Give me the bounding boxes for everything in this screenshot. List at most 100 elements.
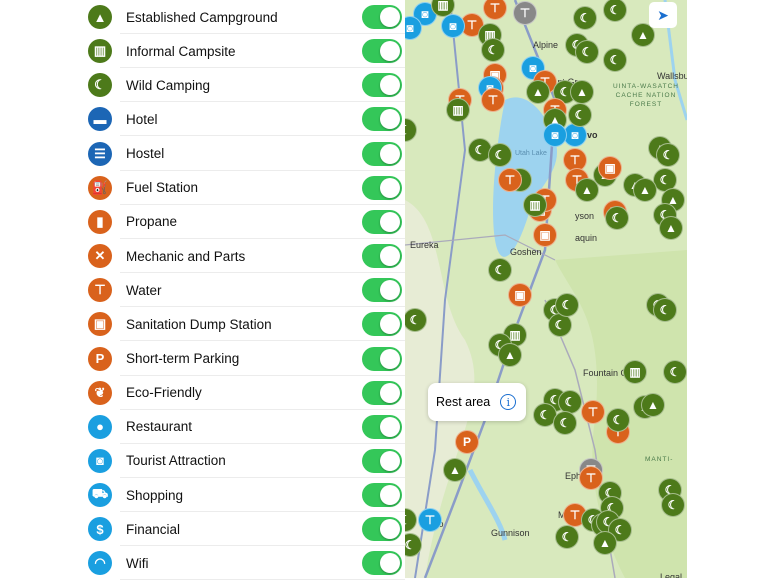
filter-row: ✕ Mechanic and Parts xyxy=(82,239,405,274)
info-icon[interactable]: i xyxy=(500,394,517,410)
moon-marker[interactable]: ☾ xyxy=(481,38,505,62)
filter-label: Financial xyxy=(126,521,181,537)
filter-toggle[interactable] xyxy=(362,141,402,166)
town-label: vo xyxy=(587,130,598,140)
tent-marker[interactable]: ▲ xyxy=(633,178,657,202)
town-label: Legal xyxy=(660,572,683,578)
moon-marker[interactable]: ☾ xyxy=(555,293,579,317)
moon-marker[interactable]: ☾ xyxy=(606,408,630,432)
moon-marker[interactable]: ☾ xyxy=(575,40,599,64)
water-marker[interactable]: ⊤ xyxy=(581,400,605,424)
leaf-icon: ❦ xyxy=(88,380,112,405)
town-label: Gunnison xyxy=(491,528,530,538)
filter-row: ◠ Wifi xyxy=(82,546,405,580)
building-icon: ▥ xyxy=(88,39,112,64)
filter-label: Established Campground xyxy=(126,9,278,25)
filter-row: ▣ Sanitation Dump Station xyxy=(82,307,405,342)
moon-marker[interactable]: ☾ xyxy=(568,103,592,127)
filter-label: Propane xyxy=(126,214,178,230)
moon-marker[interactable]: ☾ xyxy=(605,206,629,230)
rest-area-callout[interactable]: Rest area i xyxy=(428,383,526,421)
tools-icon: ✕ xyxy=(88,244,112,269)
moon-marker[interactable]: ☾ xyxy=(661,493,685,517)
building-marker[interactable]: ▥ xyxy=(446,98,470,122)
moon-marker[interactable]: ☾ xyxy=(663,360,687,384)
filter-label: Mechanic and Parts xyxy=(126,248,246,264)
building-marker[interactable]: ▥ xyxy=(523,193,547,217)
tent-marker[interactable]: ▲ xyxy=(498,343,522,367)
filter-label: Hostel xyxy=(126,146,165,162)
filter-toggle[interactable] xyxy=(362,107,402,132)
town-label: aquin xyxy=(575,233,598,243)
tent-marker[interactable]: ▲ xyxy=(593,531,617,555)
moon-marker[interactable]: ☾ xyxy=(573,6,597,30)
filter-toggle[interactable] xyxy=(362,414,402,439)
cart-icon: ⛟ xyxy=(88,483,112,508)
filter-list: ▲ Established Campground ▥ Informal Camp… xyxy=(82,0,405,580)
rv-marker[interactable]: ▣ xyxy=(508,283,532,307)
moon-marker[interactable]: ☾ xyxy=(603,48,627,72)
moon-marker[interactable]: ☾ xyxy=(555,525,579,549)
map-view[interactable]: Alpineeasant GrvoWallsburgysonaquinEurek… xyxy=(405,0,687,578)
filter-label: Fuel Station xyxy=(126,180,199,196)
tent-marker[interactable]: ▲ xyxy=(570,80,594,104)
rv-marker[interactable]: ▣ xyxy=(533,223,557,247)
filter-toggle[interactable] xyxy=(362,39,402,64)
tent-marker[interactable]: ▲ xyxy=(443,458,467,482)
filter-row: $ Financial xyxy=(82,512,405,547)
filter-toggle[interactable] xyxy=(362,346,402,371)
moon-marker[interactable]: ☾ xyxy=(656,143,680,167)
gray-marker[interactable]: ⊤ xyxy=(513,1,537,25)
dollar-icon: $ xyxy=(88,517,112,542)
forest-label: UINTA-WASATCH CACHE NATION FOREST xyxy=(613,83,679,108)
tent-marker[interactable]: ▲ xyxy=(659,216,683,240)
filter-toggle[interactable] xyxy=(362,175,402,200)
filter-toggle[interactable] xyxy=(362,73,402,98)
moon-marker[interactable]: ☾ xyxy=(653,298,677,322)
bed-icon: ▬ xyxy=(88,107,112,132)
filter-row: ⊤ Water xyxy=(82,273,405,308)
water-marker[interactable]: ⊤ xyxy=(481,88,505,112)
wifi-icon: ◠ xyxy=(88,551,112,576)
moon-marker[interactable]: ☾ xyxy=(488,143,512,167)
filter-row: ▥ Informal Campsite xyxy=(82,34,405,69)
filter-toggle[interactable] xyxy=(362,483,402,508)
callout-title: Rest area xyxy=(436,395,491,409)
filter-label: Wild Camping xyxy=(126,77,211,93)
filter-toggle[interactable] xyxy=(362,551,402,576)
parking-marker[interactable]: P xyxy=(455,430,479,454)
filter-label: Eco-Friendly xyxy=(126,385,202,401)
town-label: Wallsburg xyxy=(657,71,687,81)
filter-row: ⛽ Fuel Station xyxy=(82,171,405,205)
filter-toggle[interactable] xyxy=(362,209,402,234)
building-marker[interactable]: ▥ xyxy=(623,360,647,384)
filter-label: Sanitation Dump Station xyxy=(126,316,272,332)
filter-toggle[interactable] xyxy=(362,244,402,269)
town-label: Alpine xyxy=(533,40,559,50)
filter-row: ◙ Tourist Attraction xyxy=(82,444,405,478)
propane-tank-icon: ▮ xyxy=(88,209,112,234)
filter-label: Wifi xyxy=(126,555,149,571)
town-label: yson xyxy=(575,211,595,221)
filter-toggle[interactable] xyxy=(362,312,402,337)
rv-marker[interactable]: ▣ xyxy=(598,156,622,180)
camera-marker[interactable]: ◙ xyxy=(543,123,567,147)
camera-icon: ◙ xyxy=(88,448,112,473)
filter-label: Water xyxy=(126,282,162,298)
filter-row: ❦ Eco-Friendly xyxy=(82,376,405,410)
filter-label: Short-term Parking xyxy=(126,351,240,366)
filter-toggle[interactable] xyxy=(362,278,402,303)
town-label: Eureka xyxy=(410,240,439,250)
water-marker[interactable]: ⊤ xyxy=(498,168,522,192)
filter-toggle[interactable] xyxy=(362,448,402,473)
filter-toggle[interactable] xyxy=(362,380,402,405)
filter-toggle[interactable] xyxy=(362,517,402,542)
location-arrow-icon[interactable]: ➤ xyxy=(649,2,677,28)
tent-marker[interactable]: ▲ xyxy=(641,393,665,417)
shower-marker[interactable]: ⊤ xyxy=(418,508,442,532)
camera-marker[interactable]: ◙ xyxy=(441,14,465,38)
moon-marker[interactable]: ☾ xyxy=(488,258,512,282)
moon-marker[interactable]: ☾ xyxy=(553,411,577,435)
filter-row: P Short-term Parking xyxy=(82,342,405,376)
filter-toggle[interactable] xyxy=(362,5,402,29)
